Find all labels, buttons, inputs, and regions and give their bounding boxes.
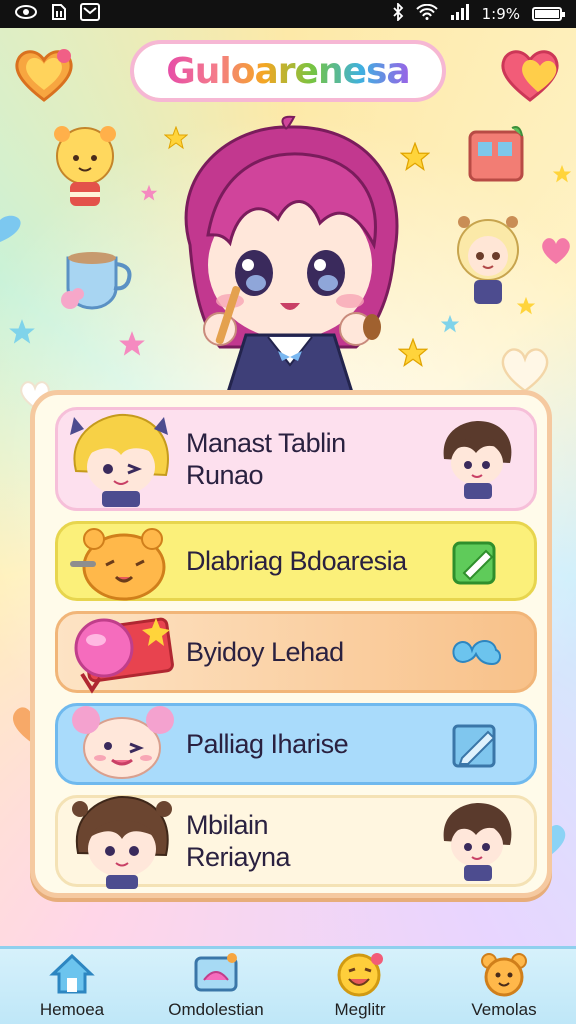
star-icon — [552, 164, 572, 188]
nav-label: Hemoea — [39, 1000, 105, 1019]
pink-heart-icon — [540, 236, 572, 270]
nav-item-tv[interactable]: Omdolestian — [146, 950, 286, 1020]
status-time: 1:9% — [481, 5, 520, 23]
menu-item-5[interactable]: Mbilain Reriayna — [55, 793, 537, 889]
sim-icon — [50, 3, 68, 25]
bottom-nav: Hemoea Omdolestian Meglitr Vemolas — [0, 946, 576, 1024]
menu-panel: Manast Tablin Runao Dlabriag Bdoaresia B… — [30, 390, 552, 898]
menu-item-label: Manast Tablin Runao — [186, 427, 346, 490]
menu-item-2[interactable]: Dlabriag Bdoaresia — [55, 521, 537, 601]
chibi-bear-sticker — [48, 122, 122, 218]
message-icon — [80, 3, 100, 25]
blue-heart-icon — [0, 212, 24, 246]
chibi-brunette-avatar — [66, 793, 176, 889]
cloud-icon — [436, 612, 516, 692]
bluetooth-icon — [392, 1, 404, 25]
chibi-icon — [436, 419, 516, 499]
menu-item-4[interactable]: Palliag Iharise — [55, 703, 537, 785]
signal-icon — [450, 4, 470, 24]
chibi-pink-avatar — [66, 696, 176, 792]
smile-icon — [335, 950, 385, 998]
wifi-icon — [415, 3, 438, 24]
chibi-bear-avatar — [66, 513, 176, 609]
heart-favorite-icon[interactable] — [498, 44, 562, 104]
pencil-icon — [436, 704, 516, 784]
battery-icon — [532, 7, 565, 21]
menu-item-label: Byidoy Lehad — [186, 636, 344, 667]
hero-character — [160, 115, 420, 407]
nav-label: Meglitr — [334, 1000, 386, 1019]
chibi-icon — [436, 801, 516, 881]
menu-item-label: Mbilain Reriayna — [186, 809, 291, 872]
heart-menu-icon[interactable] — [12, 44, 76, 104]
star-icon — [516, 296, 536, 320]
nav-label: Omdolestian — [168, 1000, 264, 1019]
menu-item-1[interactable]: Manast Tablin Runao — [55, 407, 537, 511]
teacup-sticker — [60, 244, 140, 318]
status-bar: 1:9% — [0, 0, 576, 28]
house-sticker — [462, 124, 532, 192]
star-icon — [8, 318, 36, 350]
nav-item-home[interactable]: Hemoea — [2, 950, 142, 1020]
app-title-text: Guloarenesa — [166, 50, 410, 92]
star-icon — [118, 330, 146, 362]
home-icon — [47, 950, 97, 998]
chibi-blonde-avatar — [66, 411, 176, 507]
menu-item-label: Dlabriag Bdoaresia — [186, 545, 407, 576]
nav-item-bear[interactable]: Vemolas — [434, 950, 574, 1020]
nav-label: Vemolas — [471, 1000, 537, 1019]
menu-item-3[interactable]: Byidoy Lehad — [55, 611, 537, 694]
edit-icon — [436, 521, 516, 601]
candy-avatar — [66, 604, 176, 700]
star-icon — [140, 184, 158, 206]
eye-icon — [14, 4, 38, 24]
app-title: Guloarenesa — [130, 40, 446, 102]
menu-item-label: Palliag Iharise — [186, 728, 349, 759]
bear-icon — [479, 950, 529, 998]
tv-icon — [191, 950, 241, 998]
nav-item-smile[interactable]: Meglitr — [290, 950, 430, 1020]
star-icon — [440, 314, 460, 338]
